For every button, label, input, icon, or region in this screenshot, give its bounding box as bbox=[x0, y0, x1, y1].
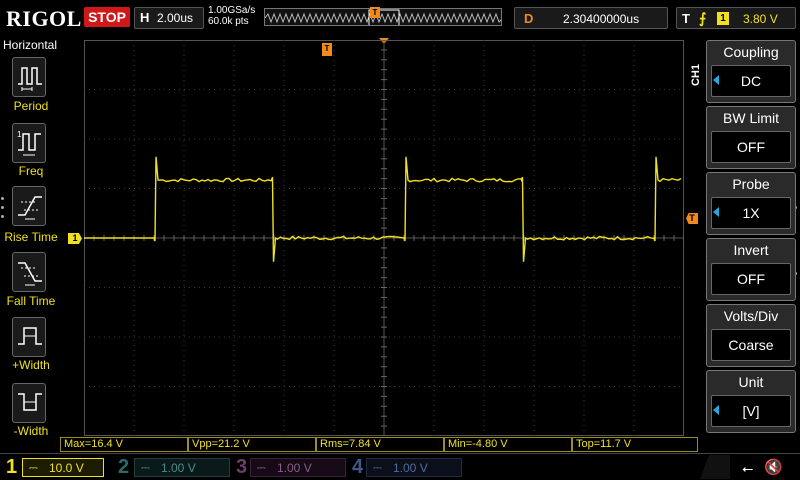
period-button[interactable] bbox=[12, 57, 46, 97]
speaker-mute-icon[interactable]: 🔇 bbox=[764, 458, 783, 476]
usb-icon: ⭠ bbox=[742, 460, 754, 476]
invert-value: OFF bbox=[711, 263, 791, 295]
freq-label: Freq bbox=[18, 164, 44, 178]
probe-value: 1X bbox=[711, 197, 791, 229]
measurement-vpp[interactable]: Vpp=21.2 V bbox=[188, 437, 316, 452]
plus-width-button[interactable] bbox=[12, 317, 46, 357]
measurement-max[interactable]: Max=16.4 V bbox=[60, 437, 188, 452]
trigger-level-marker[interactable]: T bbox=[686, 213, 698, 224]
unit-arrow-icon bbox=[713, 405, 719, 415]
bw-limit-value: OFF bbox=[711, 131, 791, 163]
bw-limit-title: BW Limit bbox=[723, 110, 779, 126]
bw-limit-menu-item[interactable]: BW Limit OFF bbox=[706, 106, 796, 169]
volts-div-value: Coarse bbox=[711, 329, 791, 361]
period-label: Period bbox=[13, 99, 49, 113]
ch1-scale-box[interactable]: ⎓ 10.0 V bbox=[22, 458, 104, 477]
bottom-corner-decoration bbox=[700, 455, 730, 479]
probe-arrow-icon bbox=[713, 207, 719, 217]
sample-rate: 1.00GSa/s bbox=[208, 5, 256, 16]
dc-coupling-icon: ⎓ bbox=[141, 462, 150, 474]
trigger-box[interactable]: T ⨍ 1 3.80 V bbox=[676, 7, 796, 29]
memory-trigger-marker: T bbox=[370, 7, 380, 18]
trigger-source: 1 bbox=[717, 12, 729, 25]
dc-coupling-icon: ⎓ bbox=[257, 462, 266, 474]
ch1-scale: 10.0 V bbox=[49, 461, 84, 475]
probe-menu-item[interactable]: Probe 1X bbox=[706, 172, 796, 235]
coupling-title: Coupling bbox=[723, 44, 779, 60]
measurement-top[interactable]: Top=11.7 V bbox=[572, 437, 698, 452]
horizontal-label: H bbox=[140, 10, 150, 25]
ch1-offset-marker[interactable]: 1 bbox=[68, 233, 82, 244]
ch1-waveform-trace bbox=[84, 156, 682, 262]
ch2-number[interactable]: 2 bbox=[118, 456, 129, 479]
period-icon bbox=[18, 67, 42, 91]
delay-value: 2.30400000us bbox=[563, 12, 640, 26]
ch4-scale-box[interactable]: ⎓ 1.00 V bbox=[366, 458, 462, 477]
coupling-arrow-icon bbox=[713, 75, 719, 85]
probe-title: Probe bbox=[732, 176, 770, 192]
volts-div-title: Volts/Div bbox=[723, 308, 779, 324]
fall-time-label: Fall Time bbox=[6, 294, 56, 308]
dc-coupling-icon: ⎓ bbox=[373, 462, 382, 474]
ch3-scale: 1.00 V bbox=[277, 461, 312, 475]
volts-div-menu-item[interactable]: Volts/Div Coarse bbox=[706, 304, 796, 367]
measure-category-title: Horizontal bbox=[3, 38, 58, 52]
channel-status-bar: 1 ⎓ 10.0 V 2 ⎓ 1.00 V 3 ⎓ 1.00 V 4 ⎓ 1.0… bbox=[0, 453, 800, 480]
ch1-number[interactable]: 1 bbox=[6, 456, 17, 479]
measure-menu: Horizontal Period 1 Freq Rise Time Fall … bbox=[0, 37, 60, 438]
ch2-scale-box[interactable]: ⎓ 1.00 V bbox=[134, 458, 230, 477]
freq-button[interactable]: 1 bbox=[12, 123, 46, 163]
minus-width-icon bbox=[18, 393, 42, 411]
trigger-label: T bbox=[682, 11, 690, 26]
run-stop-status[interactable]: STOP bbox=[84, 7, 130, 27]
measurement-rms[interactable]: Rms=7.84 V bbox=[316, 437, 444, 452]
waveform-display bbox=[84, 40, 684, 436]
unit-title: Unit bbox=[738, 374, 764, 390]
top-status-bar: RIGOL STOP H 2.00us 1.00GSa/s 60.0k pts … bbox=[0, 0, 800, 37]
memory-overview-waveform bbox=[265, 9, 501, 25]
memory-overview-strip bbox=[264, 8, 502, 26]
dc-coupling-icon: ⎓ bbox=[29, 462, 38, 474]
rise-time-button[interactable] bbox=[12, 186, 46, 226]
minus-width-button[interactable] bbox=[12, 383, 46, 423]
brand-logo: RIGOL bbox=[6, 6, 82, 31]
channel-menu: Coupling DC BW Limit OFF Probe 1X Invert… bbox=[706, 38, 800, 434]
coupling-menu-item[interactable]: Coupling DC bbox=[706, 40, 796, 103]
measurement-results-bar: Max=16.4 V Vpp=21.2 V Rms=7.84 V Min=-4.… bbox=[60, 437, 700, 453]
freq-icon: 1 bbox=[17, 130, 41, 156]
horizontal-timebase-box[interactable]: H 2.00us bbox=[134, 7, 204, 29]
invert-title: Invert bbox=[733, 242, 769, 258]
fall-time-button[interactable] bbox=[12, 252, 46, 292]
ch3-scale-box[interactable]: ⎓ 1.00 V bbox=[250, 458, 346, 477]
fall-time-icon bbox=[18, 262, 42, 286]
acquisition-info: 1.00GSa/s 60.0k pts bbox=[208, 5, 255, 27]
rising-edge-icon: ⨍ bbox=[699, 10, 707, 26]
plus-width-icon bbox=[18, 327, 42, 345]
ch2-scale: 1.00 V bbox=[161, 461, 196, 475]
left-page-indicator bbox=[1, 197, 5, 224]
coupling-value: DC bbox=[711, 65, 791, 97]
timebase-value: 2.00us bbox=[157, 11, 194, 25]
ch4-number[interactable]: 4 bbox=[352, 456, 363, 479]
minus-width-label: -Width bbox=[13, 424, 49, 438]
measurement-min[interactable]: Min=-4.80 V bbox=[444, 437, 572, 452]
memory-depth: 60.0k pts bbox=[208, 16, 249, 27]
channel-menu-tab: CH1 bbox=[690, 64, 702, 87]
plus-width-label: +Width bbox=[12, 358, 50, 372]
svg-text:1: 1 bbox=[17, 130, 22, 139]
rise-time-icon bbox=[18, 196, 42, 220]
delay-label: D bbox=[524, 11, 534, 26]
delay-box[interactable]: D 2.30400000us bbox=[514, 7, 668, 29]
unit-menu-item[interactable]: Unit [V] bbox=[706, 370, 796, 433]
trigger-level: 3.80 V bbox=[743, 12, 778, 26]
ch3-number[interactable]: 3 bbox=[236, 456, 247, 479]
unit-value: [V] bbox=[711, 395, 791, 427]
invert-menu-item[interactable]: Invert OFF bbox=[706, 238, 796, 301]
rise-time-label: Rise Time bbox=[4, 230, 58, 244]
ch4-scale: 1.00 V bbox=[393, 461, 428, 475]
